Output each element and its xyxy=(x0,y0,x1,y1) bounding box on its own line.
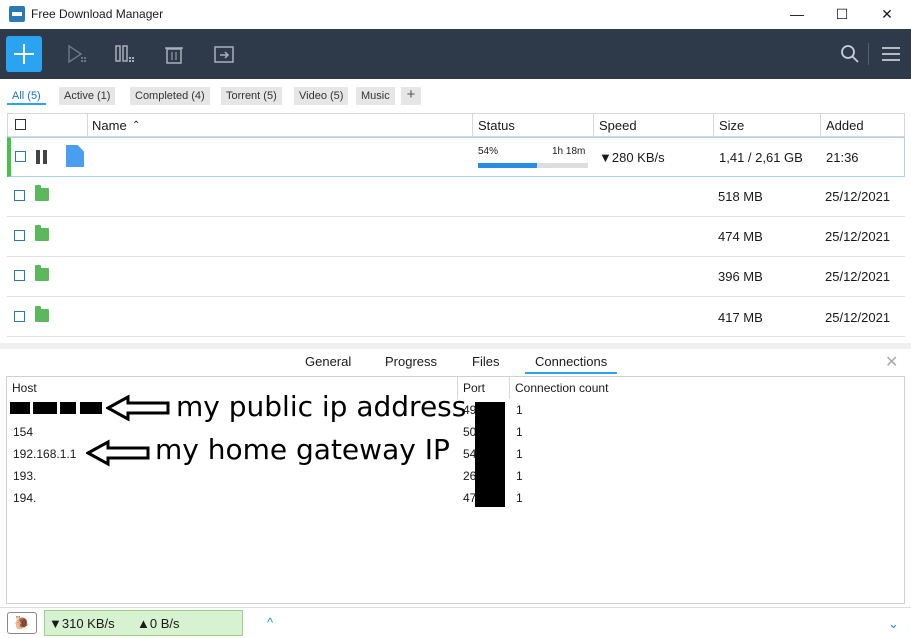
row-added: 25/12/2021 xyxy=(825,229,891,244)
count-cell: 1 xyxy=(516,491,523,505)
delete-icon[interactable] xyxy=(163,44,185,64)
file-icon xyxy=(66,145,84,167)
resume-icon[interactable] xyxy=(66,44,88,64)
row-checkbox[interactable] xyxy=(14,230,25,241)
move-to-folder-icon[interactable] xyxy=(213,44,235,64)
close-button[interactable]: ✕ xyxy=(872,4,902,24)
upload-speed: ▲0 B/s xyxy=(137,616,180,631)
annotation-public-ip: my public ip address xyxy=(176,390,467,423)
row-checkbox[interactable] xyxy=(14,311,25,322)
header-connection-count[interactable]: Connection count xyxy=(515,381,608,395)
host-cell: 154 xyxy=(13,425,34,439)
tab-connections[interactable]: Connections xyxy=(525,354,618,374)
table-row[interactable]: 417 MB 25/12/2021 xyxy=(7,297,905,337)
search-icon[interactable] xyxy=(839,44,861,64)
tab-files[interactable]: Files xyxy=(472,354,499,369)
annotation-arrow xyxy=(106,394,170,422)
row-speed: ▼280 KB/s xyxy=(599,150,665,165)
torrent-folder-icon xyxy=(35,306,49,322)
column-divider xyxy=(713,114,714,136)
menu-icon[interactable] xyxy=(880,44,902,64)
filter-all[interactable]: All (5) xyxy=(7,87,46,105)
minimize-button[interactable]: — xyxy=(782,4,812,24)
select-all-checkbox[interactable] xyxy=(15,119,26,130)
torrent-folder-icon xyxy=(35,185,49,201)
row-size: 474 MB xyxy=(718,229,763,244)
filter-torrent[interactable]: Torrent (5) xyxy=(221,87,282,105)
progress-bar xyxy=(478,163,588,168)
tab-progress[interactable]: Progress xyxy=(385,354,437,369)
row-checkbox[interactable] xyxy=(14,270,25,281)
table-row[interactable]: 54% 1h 18m ▼280 KB/s 1,41 / 2,61 GB 21:3… xyxy=(7,137,905,177)
count-cell: 1 xyxy=(516,403,523,417)
pause-icon[interactable] xyxy=(36,150,48,164)
window-title: Free Download Manager xyxy=(31,7,164,21)
table-row[interactable]: 518 MB 25/12/2021 xyxy=(7,177,905,217)
tab-general[interactable]: General xyxy=(305,354,351,369)
speed-limit-snail-icon[interactable]: 🐌 xyxy=(7,612,37,634)
count-cell: 1 xyxy=(516,425,523,439)
title-bar: Free Download Manager — ☐ ✕ xyxy=(0,0,911,29)
header-added[interactable]: Added xyxy=(826,118,864,133)
row-added: 25/12/2021 xyxy=(825,189,891,204)
toolbar xyxy=(0,29,911,79)
count-cell: 1 xyxy=(516,447,523,461)
maximize-button[interactable]: ☐ xyxy=(827,4,857,24)
table-row[interactable]: 474 MB 25/12/2021 xyxy=(7,217,905,257)
header-status[interactable]: Status xyxy=(478,118,515,133)
redaction-block xyxy=(475,402,505,507)
redaction-block xyxy=(33,402,57,414)
annotation-gateway-ip: my home gateway IP xyxy=(155,433,450,466)
header-host[interactable]: Host xyxy=(12,381,37,395)
column-divider xyxy=(472,114,473,136)
host-cell: 193. xyxy=(13,469,37,483)
download-speed: ▼310 KB/s xyxy=(49,616,115,631)
header-speed[interactable]: Speed xyxy=(599,118,637,133)
torrent-folder-icon xyxy=(35,225,49,241)
row-added: 25/12/2021 xyxy=(825,269,891,284)
host-cell: 194. xyxy=(13,491,37,505)
downloads-table-header: Name ⌃ Status Speed Size Added xyxy=(7,113,905,137)
row-size: 1,41 / 2,61 GB xyxy=(719,150,803,165)
details-tabs: General Progress Files Connections xyxy=(6,349,905,374)
toolbar-divider xyxy=(868,43,869,65)
speed-indicator[interactable]: ▼310 KB/s ▲0 B/s ^ xyxy=(44,610,273,636)
app-logo-icon xyxy=(9,6,25,22)
sort-arrow-icon: ⌃ xyxy=(132,120,141,131)
table-row[interactable]: 396 MB 25/12/2021 xyxy=(7,257,905,297)
progress-bar-fill xyxy=(478,163,538,168)
redaction-block xyxy=(60,402,76,414)
column-divider xyxy=(820,114,821,136)
filter-music[interactable]: Music xyxy=(356,87,395,105)
add-download-button[interactable] xyxy=(6,36,42,72)
annotation-arrow xyxy=(86,439,150,467)
filter-video[interactable]: Video (5) xyxy=(294,87,349,105)
row-size: 518 MB xyxy=(718,189,763,204)
host-cell: 192.168.1.1 xyxy=(13,447,77,461)
time-remaining: 1h 18m xyxy=(552,146,586,157)
progress-percent: 54% xyxy=(478,146,499,157)
redaction-block xyxy=(10,402,30,414)
redaction-block xyxy=(80,402,102,414)
column-divider xyxy=(509,377,510,399)
filter-active[interactable]: Active (1) xyxy=(59,87,116,105)
chevron-up-icon[interactable]: ^ xyxy=(267,615,273,630)
row-checkbox[interactable] xyxy=(15,151,26,162)
torrent-folder-icon xyxy=(35,265,49,281)
row-size: 396 MB xyxy=(718,269,763,284)
close-details-icon[interactable]: ✕ xyxy=(885,352,898,372)
row-added: 21:36 xyxy=(826,150,859,165)
add-filter-button[interactable]: + xyxy=(401,87,421,105)
column-divider xyxy=(593,114,594,136)
filter-completed[interactable]: Completed (4) xyxy=(130,87,210,105)
count-cell: 1 xyxy=(516,469,523,483)
header-name[interactable]: Name xyxy=(92,118,127,133)
header-size[interactable]: Size xyxy=(719,118,744,133)
chevron-down-icon[interactable]: ⌄ xyxy=(888,616,899,632)
column-divider xyxy=(87,114,88,136)
row-checkbox[interactable] xyxy=(14,190,25,201)
row-added: 25/12/2021 xyxy=(825,310,891,325)
row-size: 417 MB xyxy=(718,310,763,325)
pause-all-icon[interactable] xyxy=(114,44,136,64)
